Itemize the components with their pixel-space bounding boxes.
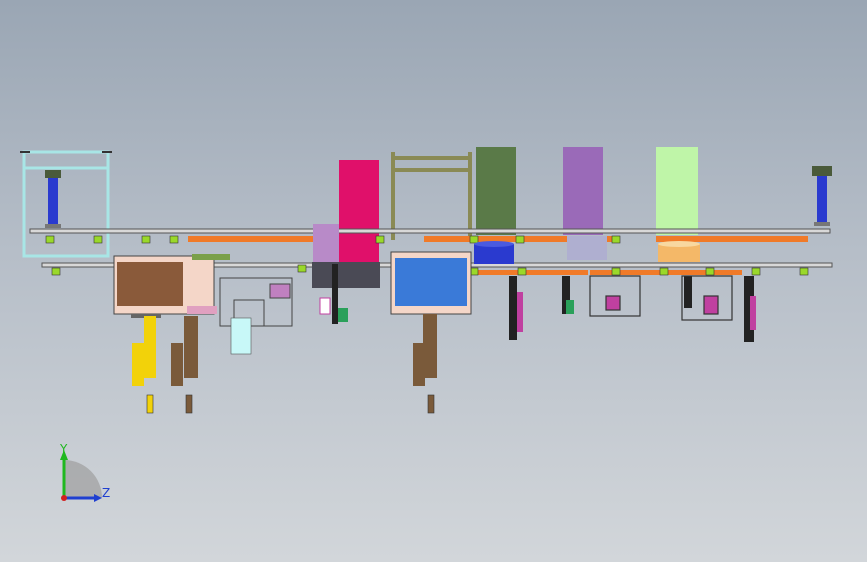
right-blue-cylinder — [812, 166, 832, 226]
origin-icon — [61, 495, 67, 501]
purple-block[interactable] — [563, 147, 603, 235]
cad-model-viewport[interactable]: Y Z — [0, 0, 867, 562]
center-olive-frame[interactable] — [391, 152, 472, 240]
gray-drum — [567, 236, 607, 260]
magenta-block[interactable] — [339, 160, 379, 262]
left-gripper-module[interactable] — [113, 254, 230, 414]
center-blue-module[interactable] — [390, 251, 472, 414]
cyan-panel — [230, 317, 252, 355]
triad-quarter-disc — [64, 460, 102, 498]
y-axis-label: Y — [60, 442, 68, 456]
upper-plate[interactable] — [29, 228, 831, 234]
blue-drum — [474, 241, 514, 264]
coordinate-triad: Y Z — [40, 438, 120, 518]
z-axis-label: Z — [102, 486, 111, 500]
right-actuators[interactable] — [509, 276, 756, 342]
mint-block[interactable] — [656, 147, 698, 235]
right-brackets — [589, 275, 733, 321]
assembly-drawing[interactable] — [0, 0, 867, 562]
left-blue-cylinder — [45, 170, 61, 228]
green-block[interactable] — [476, 147, 516, 235]
orange-drum — [658, 241, 700, 262]
